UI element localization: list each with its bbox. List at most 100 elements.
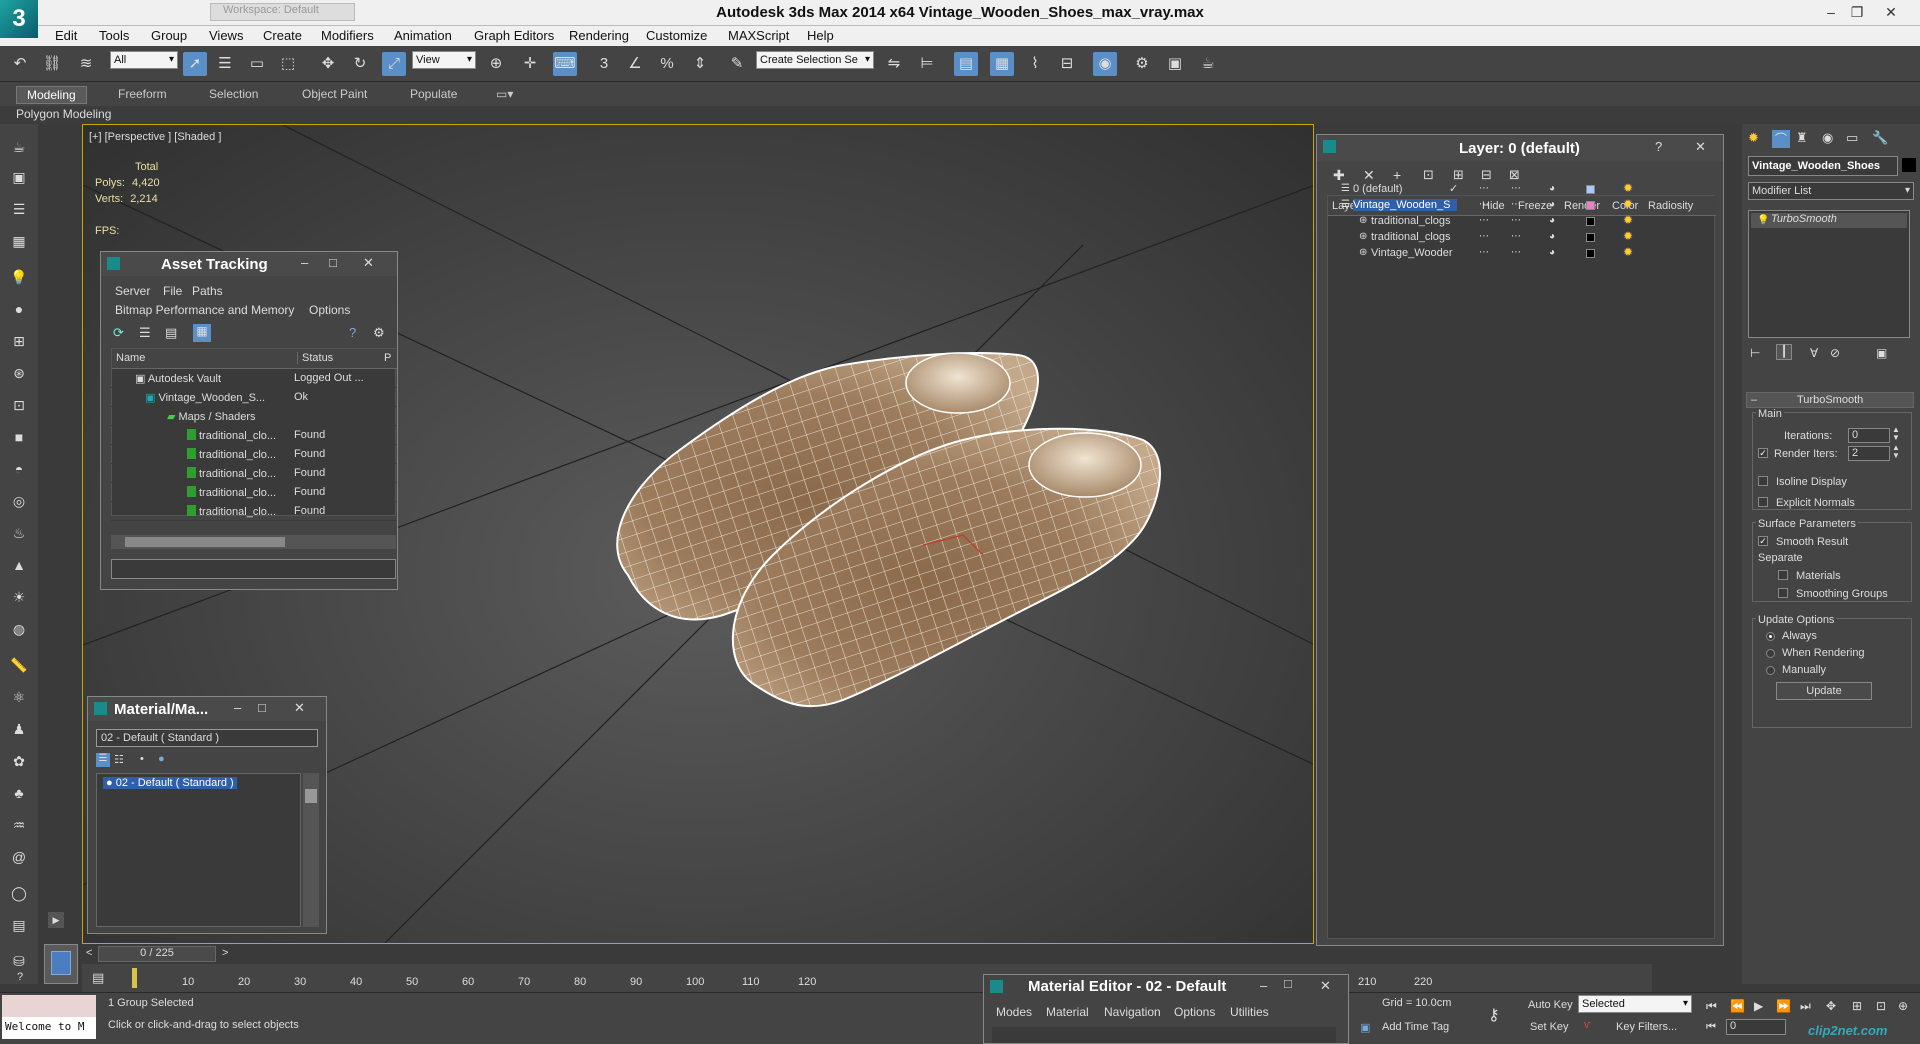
radiosity-icon[interactable]: ✹ [1623, 229, 1633, 243]
teapot-icon[interactable]: ☕ [8, 136, 30, 158]
render-setup-icon[interactable]: ⚙ [1130, 52, 1154, 76]
ribbon-options-icon[interactable]: ▭▾ [486, 86, 523, 104]
render-toggle-icon[interactable]: ◕ [1549, 247, 1555, 258]
mirror-icon[interactable]: ⇋ [882, 52, 906, 76]
tab-object-paint[interactable]: Object Paint [292, 86, 377, 104]
remove-modifier-icon[interactable]: ⊘ [1830, 346, 1840, 360]
viewport-label[interactable]: [+] [Perspective ] [Shaded ] [89, 131, 221, 143]
radiosity-icon[interactable]: ✹ [1623, 245, 1633, 259]
maxscript-listener-pink[interactable] [2, 995, 96, 1017]
render-icon[interactable]: ▣ [8, 166, 30, 188]
curve-editor-icon[interactable]: ⌇ [1023, 52, 1047, 76]
close-icon[interactable]: ✕ [363, 255, 374, 271]
key-mode-dropdown[interactable]: Selected [1578, 995, 1692, 1013]
snail-icon[interactable]: @ [8, 846, 30, 868]
minimize-icon[interactable]: – [301, 255, 308, 270]
select-manipulate-icon[interactable]: ✛ [518, 52, 542, 76]
layer-color-swatch[interactable] [1586, 201, 1595, 210]
table-row[interactable]: traditional_clo... Found [111, 445, 396, 464]
dolly-icon[interactable]: ⊛ [8, 362, 30, 384]
layer-name[interactable]: 0 (default) [1353, 183, 1457, 195]
prev-key-icon[interactable]: ⏪ [1730, 999, 1745, 1013]
modifier-list-dropdown[interactable]: Modifier List [1748, 182, 1914, 200]
menu-utilities[interactable]: Utilities [1230, 1005, 1269, 1019]
menu-options[interactable]: Options [1174, 1005, 1215, 1019]
view-list-icon[interactable]: ☰ [96, 753, 110, 767]
hide-toggle-icon[interactable]: ⋯ [1479, 231, 1489, 242]
time-tag-icon[interactable]: ▣ [1360, 1021, 1370, 1034]
menu-modifiers[interactable]: Modifiers [321, 28, 374, 43]
percent-snap-icon[interactable]: % [655, 52, 679, 76]
named-selection-dropdown[interactable]: Create Selection Se [756, 51, 874, 69]
motion-tab-icon[interactable]: ◉ [1822, 130, 1833, 146]
align-icon[interactable]: ⊨ [915, 52, 939, 76]
render-iters-checkbox[interactable]: ✓ [1758, 448, 1768, 458]
keyboard-shortcut-icon[interactable]: ⌨ [553, 52, 577, 76]
scrollbar-thumb[interactable] [125, 537, 285, 547]
turbosmooth-rollout-header[interactable]: – TurboSmooth [1746, 392, 1914, 408]
iterations-spinner[interactable]: 0 [1848, 428, 1890, 443]
sample-slots[interactable] [992, 1027, 1336, 1043]
graphite-toggle-icon[interactable]: ▦ [990, 52, 1014, 76]
hierarchy-tab-icon[interactable]: ♜ [1796, 130, 1808, 146]
set-keys-icon[interactable]: ⱱ [1584, 1019, 1591, 1031]
scrollbar-thumb[interactable] [305, 789, 317, 803]
menu-group[interactable]: Group [151, 28, 187, 43]
configure-modifier-icon[interactable]: ▣ [1876, 346, 1887, 360]
path-field[interactable] [111, 559, 396, 579]
settings-icon[interactable]: ⚙ [373, 325, 385, 341]
stack-item-turbosmooth[interactable]: TurboSmooth [1751, 213, 1907, 228]
rendered-frame-icon[interactable]: ▣ [1163, 52, 1187, 76]
hide-toggle-icon[interactable]: ⋯ [1479, 247, 1489, 258]
minimize-icon[interactable]: – [1260, 978, 1267, 993]
window-crossing-icon[interactable]: ⬚ [276, 52, 300, 76]
material-editor-icon[interactable]: ◉ [1093, 52, 1117, 76]
col-name[interactable]: Name [116, 352, 145, 364]
table-row[interactable]: ▣ Autodesk Vault Logged Out ... [111, 369, 396, 388]
maximize-icon[interactable]: □ [258, 700, 266, 715]
menu-rendering[interactable]: Rendering [569, 28, 629, 43]
undo-icon[interactable]: ↶ [8, 52, 32, 76]
menu-file[interactable]: File [163, 284, 182, 298]
make-unique-icon[interactable]: ∀ [1810, 346, 1818, 360]
current-frame-marker[interactable] [132, 968, 137, 988]
scale-icon[interactable]: ⤢ [382, 52, 406, 76]
flower-icon[interactable]: ✿ [8, 750, 30, 772]
view-tree-icon[interactable]: ☷ [114, 753, 124, 766]
radiosity-icon[interactable]: ✹ [1623, 213, 1633, 227]
grid-icon[interactable]: ▦ [8, 230, 30, 252]
render-toggle-icon[interactable]: ◕ [1549, 199, 1555, 210]
tab-selection[interactable]: Selection [199, 86, 268, 104]
display-tab-icon[interactable]: ▭ [1846, 130, 1858, 146]
freeze-toggle-icon[interactable]: ⋯ [1511, 247, 1521, 258]
vertical-scrollbar[interactable] [303, 773, 319, 927]
menu-bitmap-performance[interactable]: Bitmap Performance and Memory [115, 303, 294, 317]
list-item[interactable]: ● 02 - Default ( Standard ) [103, 777, 237, 789]
menu-create[interactable]: Create [263, 28, 302, 43]
select-by-name-icon[interactable]: ☰ [213, 52, 237, 76]
hide-toggle-icon[interactable]: ⋯ [1479, 199, 1489, 210]
smoothing-groups-checkbox[interactable] [1778, 588, 1788, 598]
modify-tab-icon[interactable]: ⌒ [1772, 130, 1790, 148]
radiosity-icon[interactable]: ✹ [1623, 197, 1633, 211]
col-path[interactable]: P [384, 352, 391, 364]
sun-icon[interactable]: ☀ [8, 586, 30, 608]
menu-edit[interactable]: Edit [55, 28, 77, 43]
utilities-tab-icon[interactable]: 🔧 [1872, 130, 1888, 146]
layer-name[interactable]: traditional_clogs [1371, 231, 1457, 243]
refresh-icon[interactable]: ⟳ [113, 325, 124, 341]
object-name-field[interactable]: Vintage_Wooden_Shoes [1748, 156, 1898, 176]
render-toggle-icon[interactable]: ◕ [1549, 183, 1555, 194]
play-icon[interactable]: ▶ [1754, 999, 1763, 1013]
freeze-toggle-icon[interactable]: ⋯ [1511, 183, 1521, 194]
select-object-icon[interactable]: ➚ [183, 52, 207, 76]
angle-snap-icon[interactable]: ∠ [623, 52, 647, 76]
menu-graph-editors[interactable]: Graph Editors [474, 28, 554, 43]
radiosity-icon[interactable]: ✹ [1623, 181, 1633, 195]
light-icon[interactable]: 💡 [8, 266, 30, 288]
fov-icon[interactable]: ⊡ [1876, 999, 1886, 1013]
ball-icon[interactable]: ◯ [8, 882, 30, 904]
view-small-icon[interactable]: • [140, 753, 144, 765]
next-key-icon[interactable]: ⏩ [1776, 999, 1791, 1013]
hair-icon[interactable]: ♒ [8, 814, 30, 836]
